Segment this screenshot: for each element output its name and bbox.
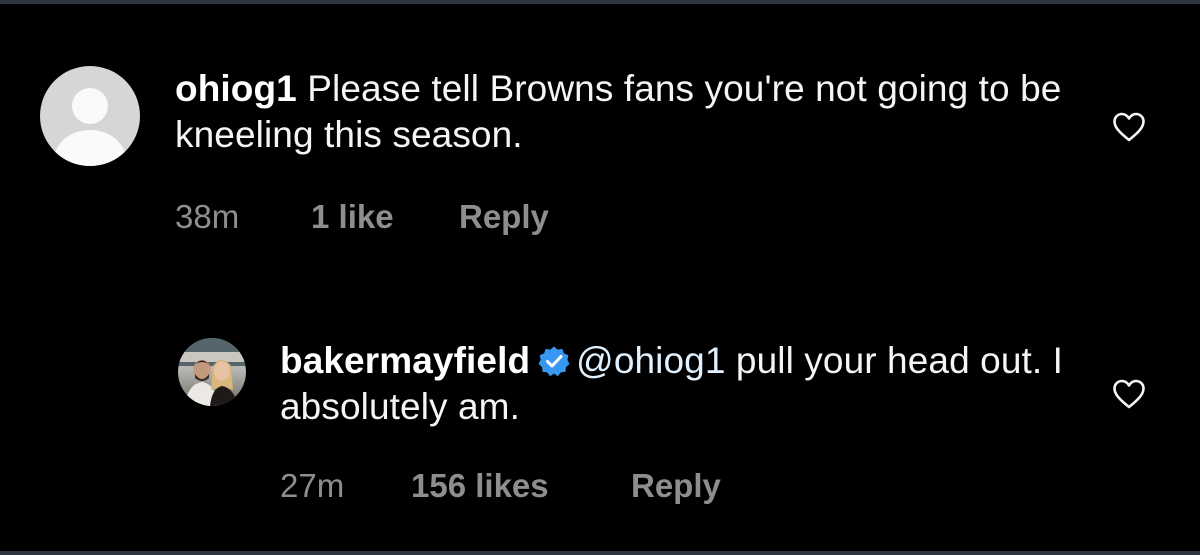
- comment-username[interactable]: ohiog1: [175, 68, 297, 109]
- heart-icon[interactable]: [1112, 111, 1146, 143]
- verified-badge-icon: [538, 346, 570, 377]
- comments-thread: ohiog1 Please tell Browns fans you're no…: [0, 0, 1200, 555]
- comment-meta: 38m 1 like Reply: [175, 198, 549, 236]
- comment-text: Please tell Browns fans you're not going…: [175, 68, 1062, 155]
- comment-body: bakermayfield @ohiog1 pull your head out…: [280, 338, 1080, 430]
- profile-photo-icon: [178, 338, 246, 406]
- profile-photo-avatar[interactable]: [178, 338, 246, 406]
- comment-meta: 27m 156 likes Reply: [280, 467, 721, 505]
- default-avatar-icon[interactable]: [40, 66, 140, 166]
- comment-username[interactable]: bakermayfield: [280, 340, 530, 381]
- comment-likes-count[interactable]: 156 likes: [411, 467, 631, 505]
- comment-body: ohiog1 Please tell Browns fans you're no…: [175, 66, 1075, 158]
- mention-link[interactable]: @ohiog1: [576, 340, 725, 381]
- reply-button[interactable]: Reply: [631, 467, 721, 505]
- heart-icon[interactable]: [1112, 378, 1146, 410]
- avatar-shoulders-shape: [54, 130, 126, 166]
- comment-timestamp: 27m: [280, 467, 345, 504]
- comment-timestamp: 38m: [175, 198, 240, 235]
- reply-button[interactable]: Reply: [459, 198, 549, 236]
- avatar-head-shape: [72, 88, 108, 124]
- comment-likes-count[interactable]: 1 like: [311, 198, 459, 236]
